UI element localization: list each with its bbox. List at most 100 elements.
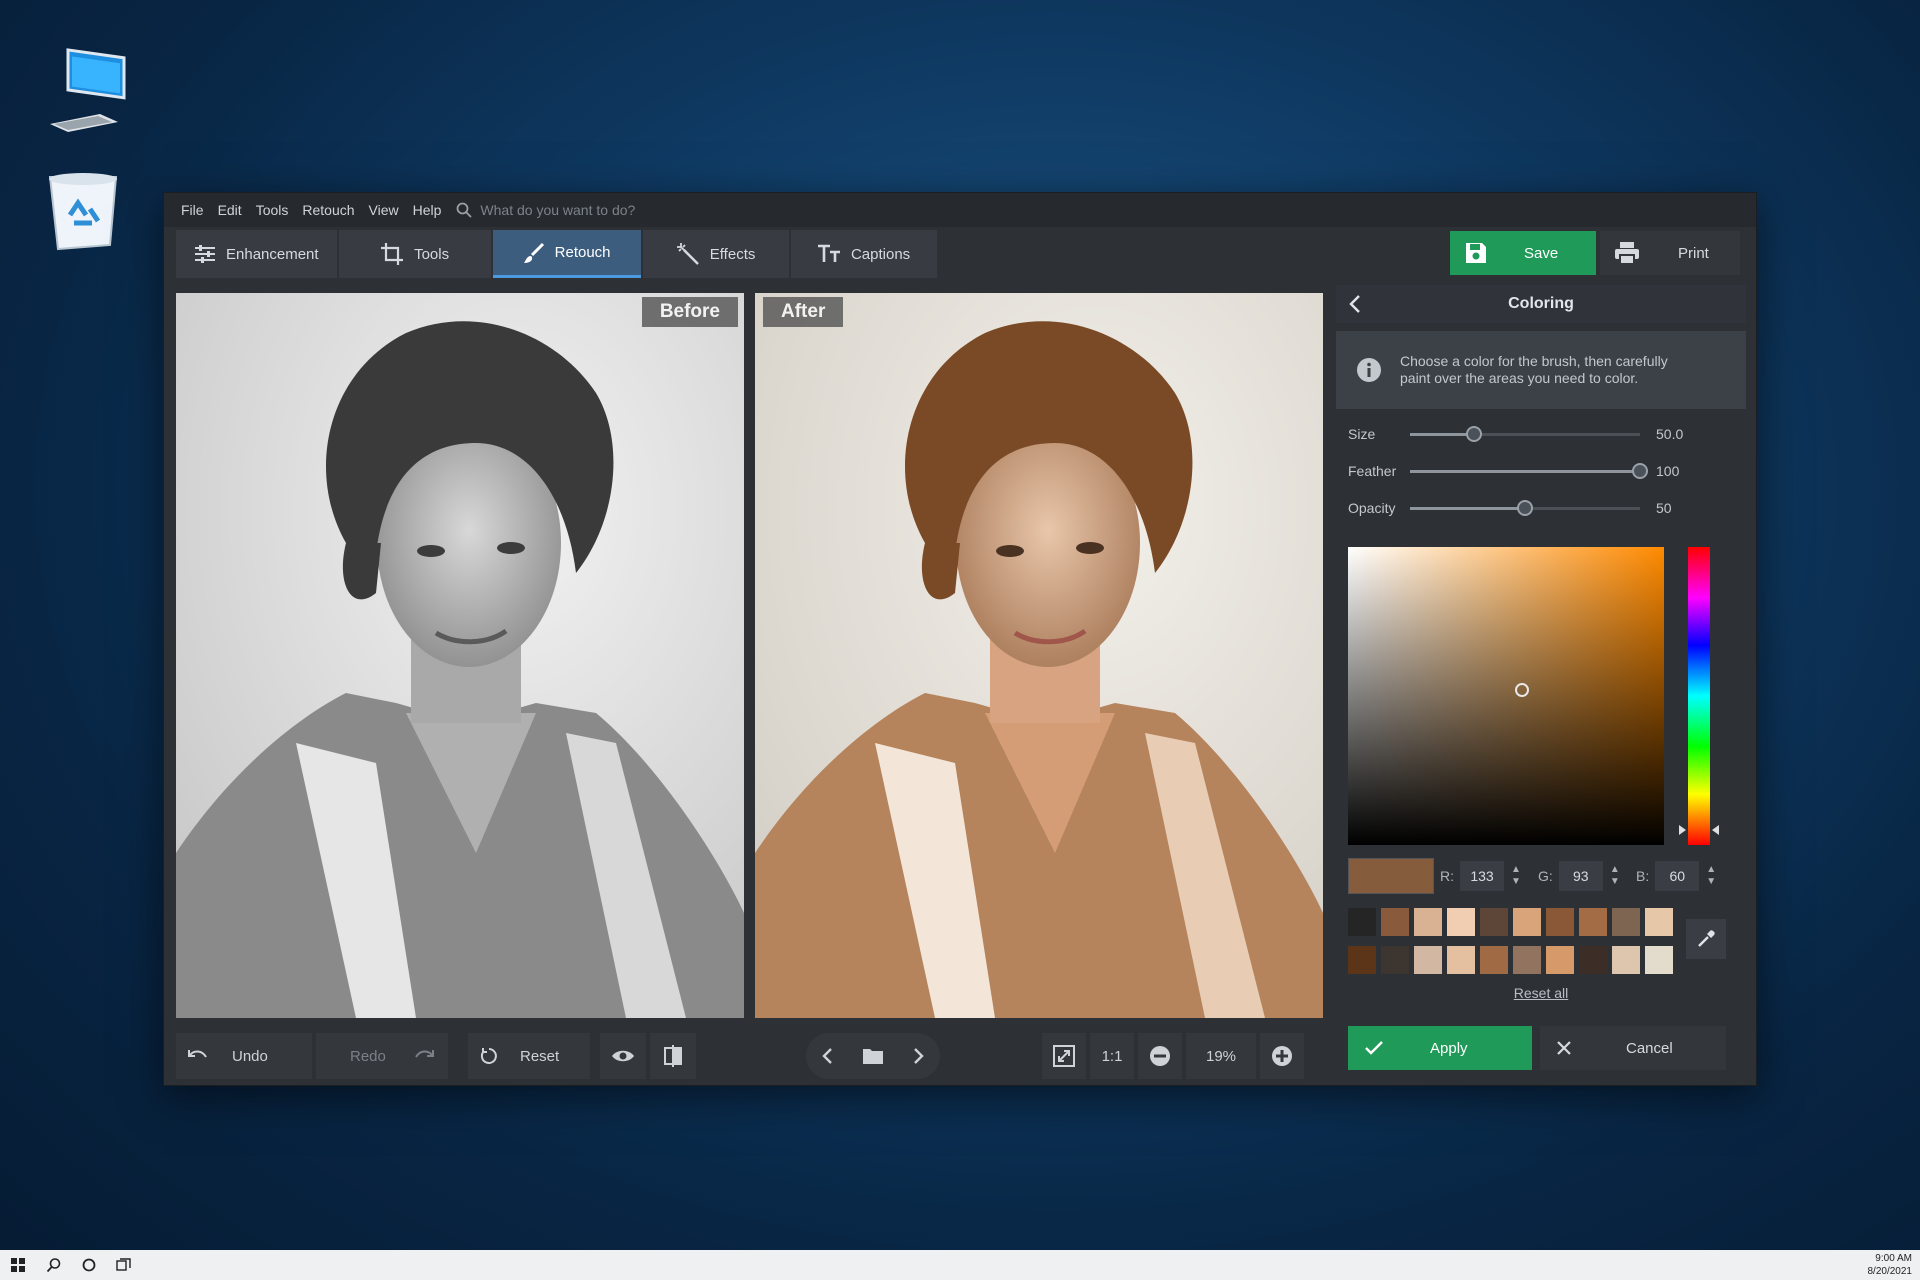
palette-swatch[interactable]	[1480, 945, 1508, 974]
clock-date: 8/20/2021	[1867, 1266, 1913, 1277]
opacity-label: Opacity	[1348, 500, 1396, 516]
green-input[interactable]: 93	[1558, 861, 1603, 891]
preview-toggle-button[interactable]	[600, 1033, 646, 1079]
palette-swatch[interactable]	[1546, 908, 1574, 936]
chevron-left-icon[interactable]	[821, 1047, 833, 1065]
reset-button[interactable]: Reset	[468, 1033, 590, 1079]
windows-start-icon[interactable]	[10, 1257, 26, 1273]
green-stepper[interactable]: ▲ ▼	[1607, 864, 1623, 888]
actual-size-label: 1:1	[1101, 1047, 1123, 1065]
zoom-in-button[interactable]	[1260, 1033, 1304, 1079]
compare-view-button[interactable]	[650, 1033, 696, 1079]
clock-time: 9:00 AM	[1875, 1253, 1912, 1264]
menu-tools[interactable]: Tools	[249, 202, 296, 218]
zoom-level: 19%	[1186, 1033, 1256, 1079]
apply-button[interactable]: Apply	[1348, 1026, 1532, 1070]
recycle-bin-icon[interactable]	[40, 165, 130, 255]
palette-swatch[interactable]	[1579, 945, 1607, 974]
magic-wand-icon	[676, 243, 699, 265]
opacity-thumb[interactable]	[1517, 500, 1533, 516]
undo-button[interactable]: Undo	[176, 1033, 312, 1079]
feather-thumb[interactable]	[1632, 463, 1648, 479]
tab-tools[interactable]: Tools	[338, 230, 491, 278]
search-icon[interactable]	[46, 1257, 62, 1273]
chevron-right-icon[interactable]	[913, 1047, 925, 1065]
system-clock[interactable]: 9:00 AM 8/20/2021	[1868, 1252, 1913, 1278]
tab-retouch[interactable]: Retouch	[492, 230, 641, 278]
palette-swatch[interactable]	[1348, 945, 1376, 974]
hue-marker-right[interactable]	[1712, 825, 1719, 836]
palette-swatch[interactable]	[1447, 945, 1475, 974]
printer-icon	[1615, 242, 1639, 265]
palette-swatch[interactable]	[1579, 908, 1607, 936]
redo-button[interactable]: Redo	[316, 1033, 448, 1079]
cancel-label: Cancel	[1626, 1039, 1673, 1057]
save-button[interactable]: Save	[1450, 231, 1596, 275]
tab-enhancement[interactable]: Enhancement	[176, 230, 337, 278]
size-thumb[interactable]	[1466, 426, 1483, 442]
chevron-left-icon[interactable]	[1348, 294, 1362, 314]
eyedropper-button[interactable]	[1686, 919, 1726, 959]
feather-track[interactable]	[1410, 463, 1648, 479]
menu-edit[interactable]: Edit	[211, 202, 249, 218]
before-image-pane[interactable]: Before	[176, 293, 744, 1018]
palette-swatch[interactable]	[1513, 945, 1541, 974]
split-view-icon	[664, 1045, 682, 1067]
folder-icon[interactable]	[862, 1047, 884, 1065]
size-slider: Size 50.0	[1348, 421, 1738, 447]
blue-stepper[interactable]: ▲ ▼	[1703, 864, 1719, 888]
palette-swatch[interactable]	[1480, 908, 1508, 936]
task-view-icon[interactable]	[116, 1258, 132, 1272]
zoom-in-icon	[1272, 1046, 1292, 1066]
picker-cursor[interactable]	[1514, 683, 1529, 698]
palette-swatch[interactable]	[1612, 945, 1640, 974]
tab-effects[interactable]: Effects	[642, 230, 789, 278]
brush-icon	[523, 242, 544, 263]
opacity-value: 50	[1656, 500, 1672, 516]
this-pc-icon[interactable]	[40, 42, 130, 132]
save-label: Save	[1524, 244, 1559, 262]
crop-icon	[381, 243, 404, 265]
palette-swatch[interactable]	[1414, 945, 1442, 974]
portrait-photo-grayscale	[176, 293, 744, 1018]
hue-slider[interactable]	[1688, 547, 1710, 845]
red-label: R:	[1440, 868, 1454, 884]
palette-swatch[interactable]	[1645, 908, 1673, 936]
info-icon	[1357, 358, 1381, 382]
palette-swatch[interactable]	[1447, 908, 1475, 936]
zoom-out-button[interactable]	[1138, 1033, 1182, 1079]
opacity-track[interactable]	[1410, 500, 1640, 516]
palette-swatch[interactable]	[1645, 945, 1673, 974]
red-input[interactable]: 133	[1460, 861, 1504, 891]
palette-swatch[interactable]	[1381, 945, 1409, 974]
palette-swatch[interactable]	[1381, 908, 1409, 936]
fit-to-screen-button[interactable]	[1042, 1033, 1086, 1079]
after-image-pane[interactable]: After	[755, 293, 1323, 1018]
bottom-toolbar: Undo Redo Reset 1:1 19%	[164, 1031, 1332, 1087]
print-button[interactable]: Print	[1600, 231, 1740, 275]
command-search	[456, 202, 801, 218]
cancel-button[interactable]: Cancel	[1540, 1026, 1726, 1070]
hue-marker-left[interactable]	[1679, 825, 1686, 836]
cortana-icon[interactable]	[82, 1258, 96, 1272]
blue-input[interactable]: 60	[1655, 861, 1700, 891]
palette-swatch[interactable]	[1612, 908, 1640, 936]
close-icon	[1557, 1041, 1571, 1055]
actual-size-button[interactable]: 1:1	[1090, 1033, 1134, 1079]
reset-icon	[480, 1048, 497, 1064]
red-stepper[interactable]: ▲ ▼	[1508, 864, 1524, 888]
color-picker-field[interactable]	[1348, 547, 1664, 845]
palette-swatch[interactable]	[1414, 908, 1442, 936]
menu-retouch[interactable]: Retouch	[295, 202, 361, 218]
palette-swatch[interactable]	[1348, 908, 1376, 936]
tab-captions[interactable]: Captions	[790, 230, 937, 278]
menu-help[interactable]: Help	[406, 202, 449, 218]
size-track[interactable]	[1410, 426, 1640, 442]
palette-swatch[interactable]	[1546, 945, 1574, 974]
menu-file[interactable]: File	[174, 202, 211, 218]
reset-all-link[interactable]: Reset all	[1336, 985, 1746, 1001]
palette-swatch[interactable]	[1513, 908, 1541, 936]
info-box: Choose a color for the brush, then caref…	[1336, 331, 1746, 409]
menu-view[interactable]: View	[362, 202, 406, 218]
command-search-input[interactable]	[480, 202, 801, 218]
